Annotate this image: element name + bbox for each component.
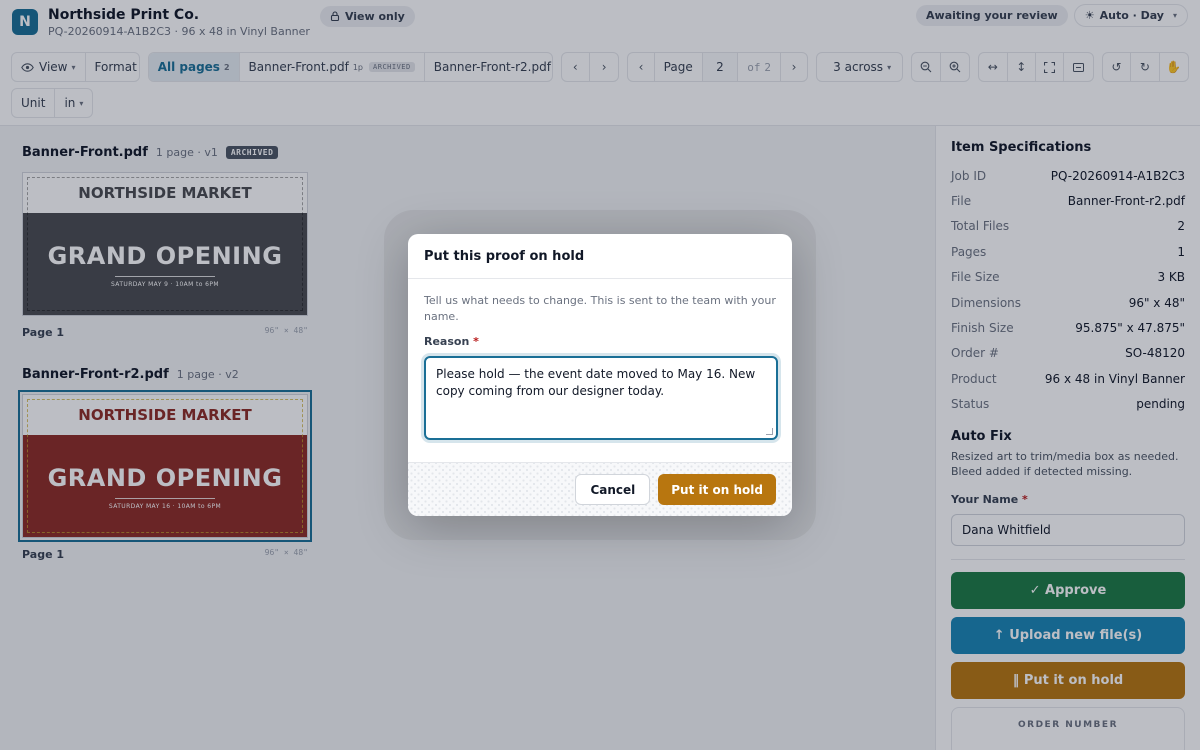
cancel-button[interactable]: Cancel bbox=[575, 474, 651, 505]
resize-handle-icon[interactable] bbox=[766, 428, 773, 435]
hold-dialog-description: Tell us what needs to change. This is se… bbox=[424, 294, 776, 323]
reason-textarea[interactable]: Please hold — the event date moved to Ma… bbox=[424, 356, 778, 440]
hold-dialog: Put this proof on hold Tell us what need… bbox=[408, 234, 792, 516]
reason-text: Please hold — the event date moved to Ma… bbox=[436, 367, 756, 398]
reason-label: Reason * bbox=[424, 335, 776, 348]
hold-dialog-body: Tell us what needs to change. This is se… bbox=[408, 279, 792, 440]
confirm-hold-button[interactable]: Put it on hold bbox=[658, 474, 776, 505]
hold-dialog-footer: Cancel Put it on hold bbox=[408, 462, 792, 516]
hold-dialog-title: Put this proof on hold bbox=[408, 234, 792, 279]
required-marker: * bbox=[473, 335, 479, 348]
reason-label-text: Reason bbox=[424, 335, 470, 348]
